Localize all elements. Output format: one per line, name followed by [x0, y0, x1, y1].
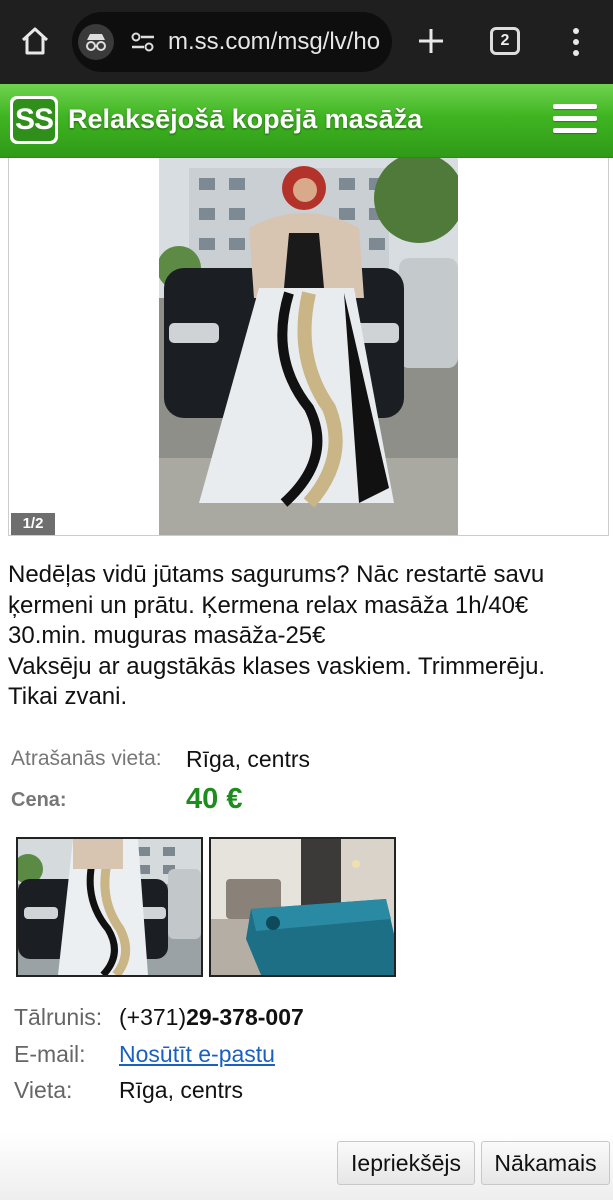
description-line: 30.min. muguras masāža-25€	[8, 622, 326, 649]
photo-thumbnail-1[interactable]	[16, 837, 203, 977]
main-photo[interactable]	[159, 158, 458, 535]
phone-digits[interactable]: 29-378-007	[186, 1004, 304, 1030]
site-settings-icon[interactable]	[130, 30, 156, 54]
photo-thumbnail-2[interactable]	[209, 837, 396, 977]
location-label: Atrašanās vieta:	[11, 747, 162, 770]
send-email-link[interactable]: Nosūtīt e-pastu	[119, 1041, 275, 1068]
price-value: 40 €	[186, 783, 243, 815]
logo-text: SS	[13, 99, 55, 141]
price-label: Cena:	[11, 789, 67, 811]
hamburger-icon[interactable]	[553, 104, 597, 140]
more-vert-icon[interactable]	[566, 26, 586, 58]
description-line: Vaksēju ar augstākās klases vaskiem. Tri…	[8, 652, 546, 680]
browser-toolbar: m.ss.com/msg/lv/ho 2	[0, 0, 613, 84]
photo-gallery[interactable]: 1/2	[8, 158, 609, 536]
incognito-icon	[78, 24, 114, 60]
tab-switcher-icon[interactable]: 2	[490, 27, 520, 55]
plus-icon[interactable]	[414, 24, 448, 58]
description-line: Nedēļas vidū jūtams sagurums? Nāc restar…	[8, 561, 545, 588]
address-bar[interactable]: m.ss.com/msg/lv/ho	[72, 12, 392, 72]
email-label: E-mail:	[14, 1041, 86, 1067]
ad-description: Nedēļas vidū jūtams sagurums? Nāc restar…	[8, 560, 608, 713]
place-label: Vieta:	[14, 1077, 73, 1103]
previous-button[interactable]: Iepriekšējs	[337, 1141, 475, 1185]
phone-label: Tālrunis:	[14, 1004, 103, 1030]
phone-prefix: (+371)	[119, 1004, 187, 1030]
phone-number[interactable]: (+371)29-378-007	[119, 1004, 304, 1031]
ss-logo[interactable]: SS	[10, 96, 58, 144]
next-button[interactable]: Nākamais	[481, 1141, 610, 1185]
url-text[interactable]: m.ss.com/msg/lv/ho	[168, 28, 388, 56]
description-line: ķermeni un prātu. Ķermena relax masāža 1…	[8, 591, 529, 619]
location-value: Rīga, centrs	[186, 746, 310, 772]
place-value: Rīga, centrs	[119, 1077, 243, 1103]
description-line: Tikai zvani.	[8, 683, 128, 710]
page-title: Relaksējošā kopējā masāža	[68, 104, 423, 134]
site-header: SS Relaksējošā kopējā masāža	[0, 84, 613, 158]
photo-counter: 1/2	[11, 513, 55, 535]
home-icon[interactable]	[18, 24, 52, 58]
